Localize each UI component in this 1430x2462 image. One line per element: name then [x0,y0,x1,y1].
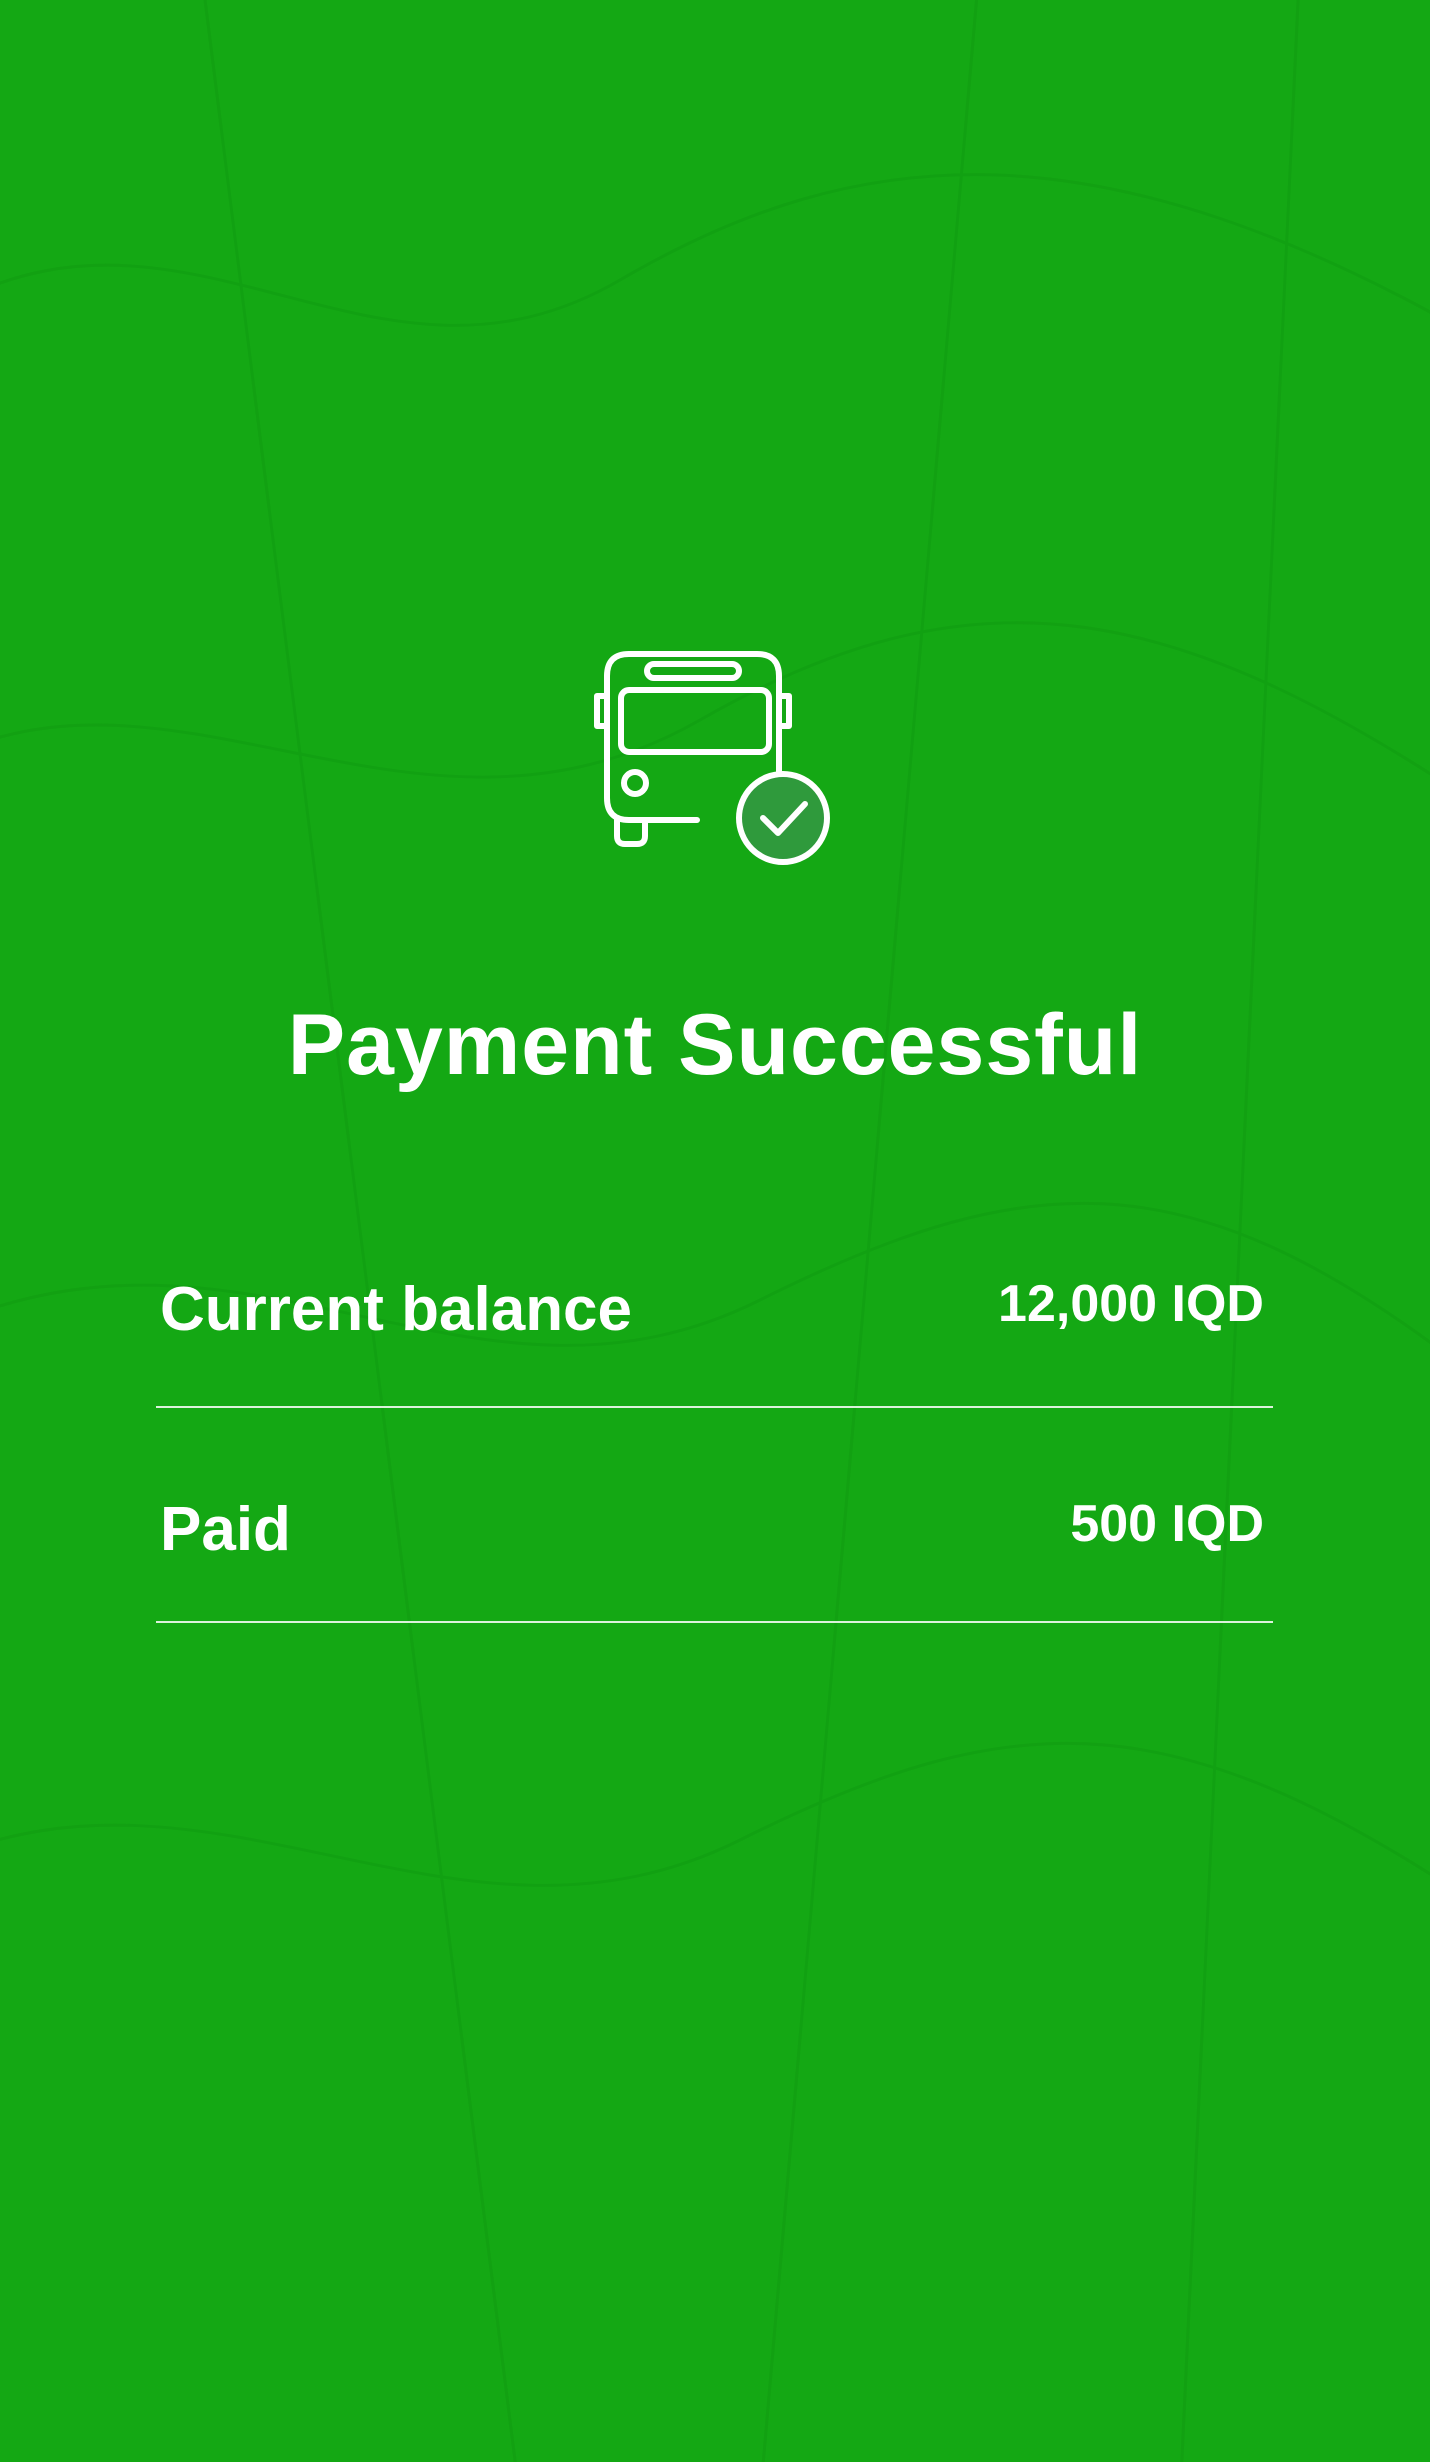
bus-check-icon [594,651,830,865]
paid-label: Paid [160,1495,291,1564]
payment-success-screen: Payment Successful Current balance 12,00… [0,0,1430,2462]
background-pattern [0,0,1430,2462]
divider [156,1621,1273,1623]
current-balance-value: 12,000 IQD [998,1275,1264,1333]
divider [156,1406,1273,1408]
check-badge [736,771,830,865]
payment-status-title: Payment Successful [287,997,1143,1093]
paid-value: 500 IQD [1070,1495,1264,1553]
current-balance-label: Current balance [160,1275,633,1344]
current-balance-row: Current balance 12,000 IQD [160,1250,1270,1370]
paid-row: Paid 500 IQD [160,1470,1270,1590]
